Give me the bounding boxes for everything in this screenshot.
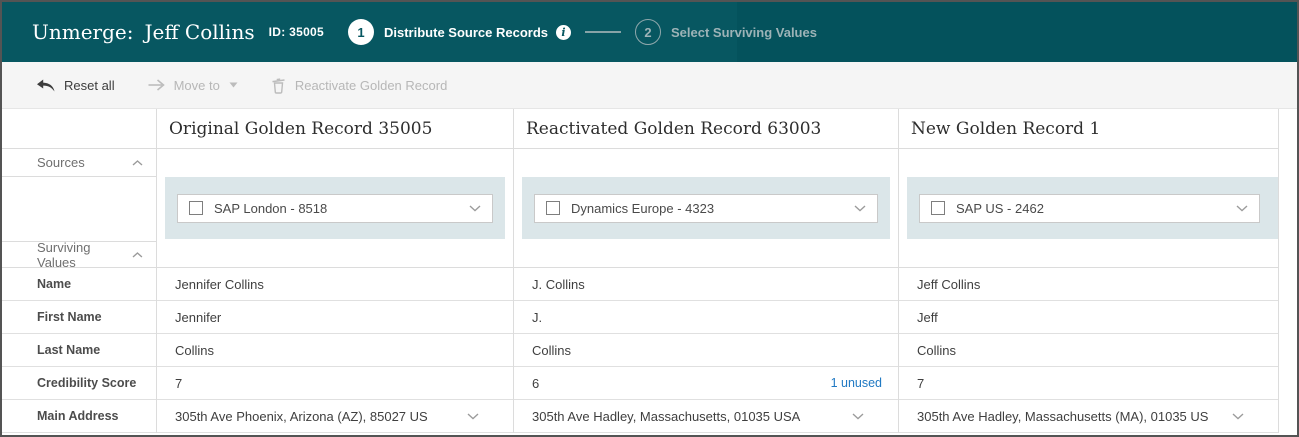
undo-icon: [36, 79, 55, 92]
page-title: Unmerge: Jeff Collins: [32, 20, 255, 44]
source-record-label: SAP US - 2462: [956, 201, 1044, 216]
source-record-checkbox[interactable]: [546, 201, 560, 215]
column-title: Original Golden Record 35005: [157, 109, 513, 149]
info-icon[interactable]: i: [556, 25, 571, 40]
field-label-first-name: First Name: [2, 301, 156, 334]
value-main-address-dropdown[interactable]: 305th Ave Hadley, Massachusetts (MA), 01…: [899, 400, 1278, 433]
source-record-checkbox[interactable]: [931, 201, 945, 215]
surviving-values-section-toggle[interactable]: Surviving Values: [2, 242, 156, 268]
chevron-down-icon: [852, 413, 864, 420]
chevron-down-icon: [1232, 413, 1244, 420]
row-labels-sidebar: Sources Surviving Values Name First Name…: [2, 109, 157, 433]
sources-band: SAP London - 8518: [165, 177, 505, 239]
reactivate-golden-record-button[interactable]: Reactivate Golden Record: [271, 77, 447, 94]
record-id: ID: 35005: [269, 25, 324, 39]
trash-restore-icon: [271, 77, 286, 94]
arrow-right-icon: [148, 79, 165, 91]
step-distribute-source-records[interactable]: 1 Distribute Source Records i: [348, 19, 571, 45]
wizard-steps: 1 Distribute Source Records i 2 Select S…: [348, 19, 817, 45]
value-last-name: Collins: [899, 334, 1278, 367]
source-record-dropdown[interactable]: SAP London - 8518: [177, 194, 493, 223]
column-original-golden-record: Original Golden Record 35005 SAP London …: [157, 109, 513, 433]
unmerge-grid: Sources Surviving Values Name First Name…: [2, 109, 1297, 433]
value-name: Jeff Collins: [899, 268, 1278, 301]
unmerge-window: Unmerge: Jeff Collins ID: 35005 1 Distrib…: [0, 0, 1299, 437]
app-header: Unmerge: Jeff Collins ID: 35005 1 Distrib…: [2, 2, 1297, 62]
column-new-golden-record: New Golden Record 1 SAP US - 2462 Jeff C…: [898, 109, 1279, 433]
chevron-down-icon: [854, 205, 866, 212]
field-label-last-name: Last Name: [2, 334, 156, 367]
column-title: Reactivated Golden Record 63003: [514, 109, 898, 149]
sidebar-header-spacer: [2, 109, 156, 149]
value-last-name: Collins: [514, 334, 898, 367]
step-connector-line: [585, 31, 621, 33]
chevron-up-icon: [132, 160, 143, 166]
value-first-name: Jeff: [899, 301, 1278, 334]
record-name: Jeff Collins: [144, 20, 254, 44]
source-record-label: SAP London - 8518: [214, 201, 327, 216]
chevron-up-icon: [132, 252, 143, 258]
column-reactivated-golden-record: Reactivated Golden Record 63003 Dynamics…: [513, 109, 898, 433]
source-record-label: Dynamics Europe - 4323: [571, 201, 714, 216]
chevron-down-icon: [1236, 205, 1248, 212]
step-2-circle: 2: [635, 19, 661, 45]
value-credibility-score: 7: [899, 367, 1278, 400]
source-record-dropdown[interactable]: SAP US - 2462: [919, 194, 1260, 223]
sources-band: SAP US - 2462: [907, 177, 1278, 239]
value-credibility-score: 7: [157, 367, 513, 400]
chevron-down-icon: [467, 413, 479, 420]
right-gutter: [1279, 109, 1297, 433]
field-label-name: Name: [2, 268, 156, 301]
field-label-main-address: Main Address: [2, 400, 156, 433]
sources-band: Dynamics Europe - 4323: [522, 177, 890, 239]
value-first-name: J.: [514, 301, 898, 334]
sources-sidebar-spacer: [2, 177, 156, 242]
move-to-button[interactable]: Move to: [148, 78, 238, 93]
value-credibility-score: 6 1 unused: [514, 367, 898, 400]
column-title: New Golden Record 1: [899, 109, 1278, 149]
value-name: J. Collins: [514, 268, 898, 301]
field-label-credibility-score: Credibility Score: [2, 367, 156, 400]
unmerge-label: Unmerge:: [32, 20, 133, 44]
step-1-circle: 1: [348, 19, 374, 45]
toolbar: Reset all Move to Reactivate Golden Reco…: [2, 62, 1297, 109]
value-main-address-dropdown[interactable]: 305th Ave Hadley, Massachusetts, 01035 U…: [514, 400, 898, 433]
caret-down-icon: [229, 82, 238, 88]
value-last-name: Collins: [157, 334, 513, 367]
unused-values-link[interactable]: 1 unused: [831, 376, 898, 390]
value-main-address-dropdown[interactable]: 305th Ave Phoenix, Arizona (AZ), 85027 U…: [157, 400, 513, 433]
value-first-name: Jennifer: [157, 301, 513, 334]
value-name: Jennifer Collins: [157, 268, 513, 301]
chevron-down-icon: [469, 205, 481, 212]
step-select-surviving-values[interactable]: 2 Select Surviving Values: [635, 19, 817, 45]
sources-section-toggle[interactable]: Sources: [2, 149, 156, 177]
reset-all-button[interactable]: Reset all: [36, 78, 115, 93]
source-record-checkbox[interactable]: [189, 201, 203, 215]
source-record-dropdown[interactable]: Dynamics Europe - 4323: [534, 194, 878, 223]
